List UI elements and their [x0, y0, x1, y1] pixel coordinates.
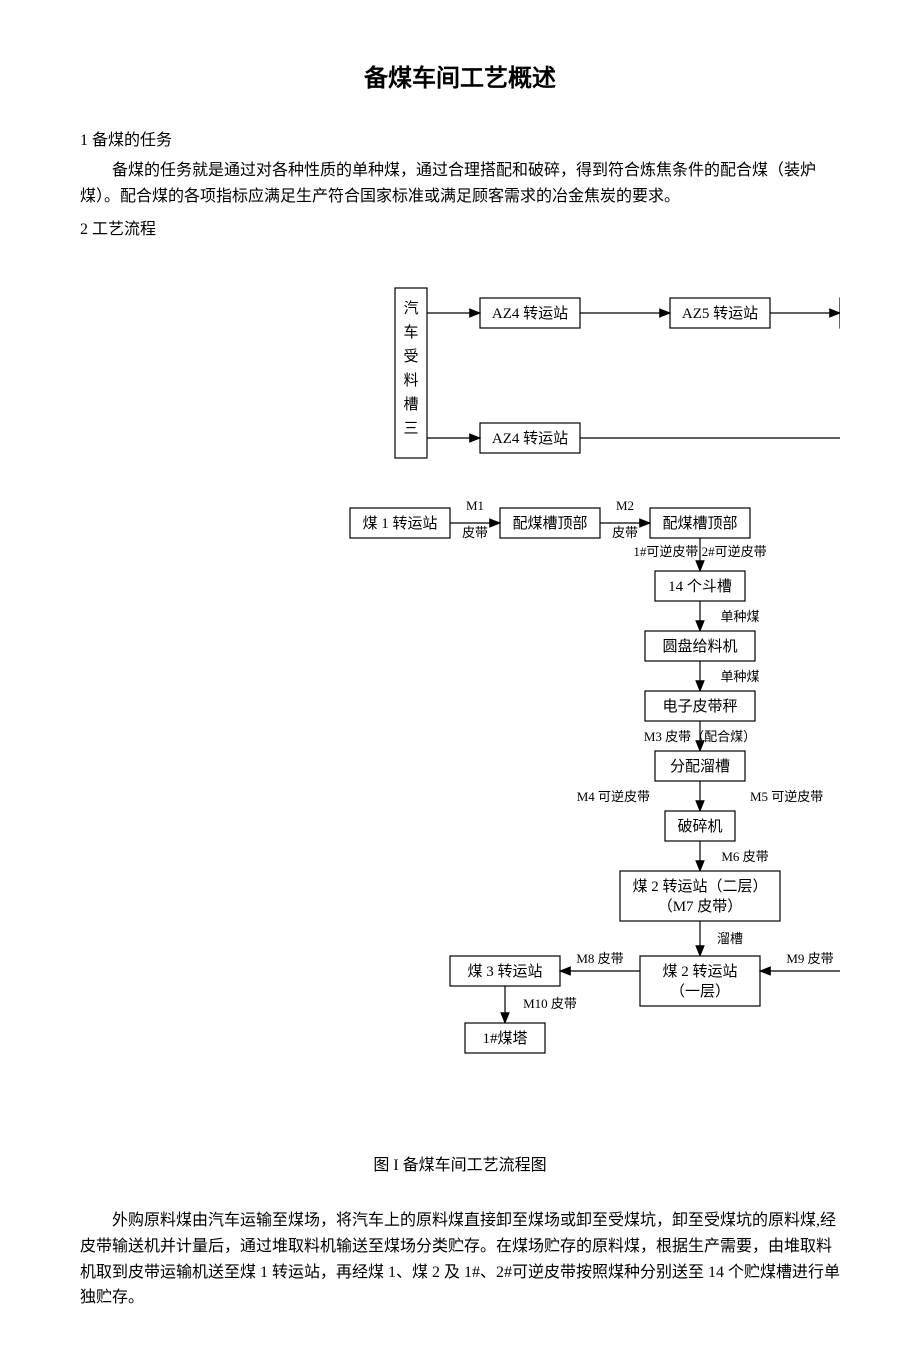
node-14-slots: 14 个斗槽: [668, 578, 732, 595]
label-m4: M4 可逆皮带: [577, 789, 650, 804]
node-top1: 配煤槽顶部: [512, 515, 587, 532]
section-1-heading: 1 备煤的任务: [80, 128, 840, 154]
node-az4-bottom: AZ4 转运站: [492, 430, 568, 447]
label-m8: M8 皮带: [576, 951, 623, 966]
label-m2-top: M2: [616, 498, 634, 513]
label-m2-bot: 皮带: [612, 525, 638, 540]
label-m1-bot: 皮带: [462, 525, 488, 540]
flow-diagram: 汽车受料槽三 AZ4 转运站 AZ5 转运站 AZ1 AZ4 转运站 煤 1 转…: [80, 283, 840, 1133]
node-coal3: 煤 3 转运站: [467, 963, 542, 980]
label-m10: M10 皮带: [523, 996, 577, 1011]
node-coal2-2f-l1: 煤 2 转运站（二层）: [632, 878, 767, 895]
label-m6: M6 皮带: [721, 849, 768, 864]
node-coal2-1f-l1: 煤 2 转运站: [662, 963, 737, 980]
label-chute: 溜槽: [717, 931, 743, 946]
node-distrib: 分配溜槽: [670, 758, 730, 775]
page-title: 备煤车间工艺概述: [80, 60, 840, 98]
node-az5: AZ5 转运站: [682, 305, 758, 322]
label-single-1: 单种煤: [720, 609, 759, 624]
node-coal2-1f-l2: （一层）: [670, 983, 730, 1000]
node-tower1: 1#煤塔: [482, 1030, 527, 1047]
label-m3: M3 皮带（配合煤）: [644, 729, 756, 744]
node-belt-scale: 电子皮带秤: [662, 698, 737, 715]
figure-caption: 图 I 备煤车间工艺流程图: [80, 1153, 840, 1179]
node-az4-top: AZ4 转运站: [492, 305, 568, 322]
label-single-2: 单种煤: [720, 669, 759, 684]
section-3-para: 外购原料煤由汽车运输至煤场，将汽车上的原料煤直接卸至煤场或卸至受煤坑，卸至受煤坑…: [80, 1208, 840, 1310]
node-coal1: 煤 1 转运站: [362, 515, 437, 532]
label-m5: M5 可逆皮带: [750, 789, 823, 804]
label-m1-top: M1: [466, 498, 484, 513]
node-top2: 配煤槽顶部: [662, 515, 737, 532]
section-1-para: 备煤的任务就是通过对各种性质的单种煤，通过合理搭配和破碎，得到符合炼焦条件的配合…: [80, 158, 840, 209]
section-2-heading: 2 工艺流程: [80, 217, 840, 243]
node-coal2-2f-l2: （M7 皮带）: [658, 898, 743, 915]
node-disc-feeder: 圆盘给料机: [662, 637, 737, 655]
node-crusher: 破碎机: [677, 818, 722, 835]
label-m9: M9 皮带: [786, 951, 833, 966]
